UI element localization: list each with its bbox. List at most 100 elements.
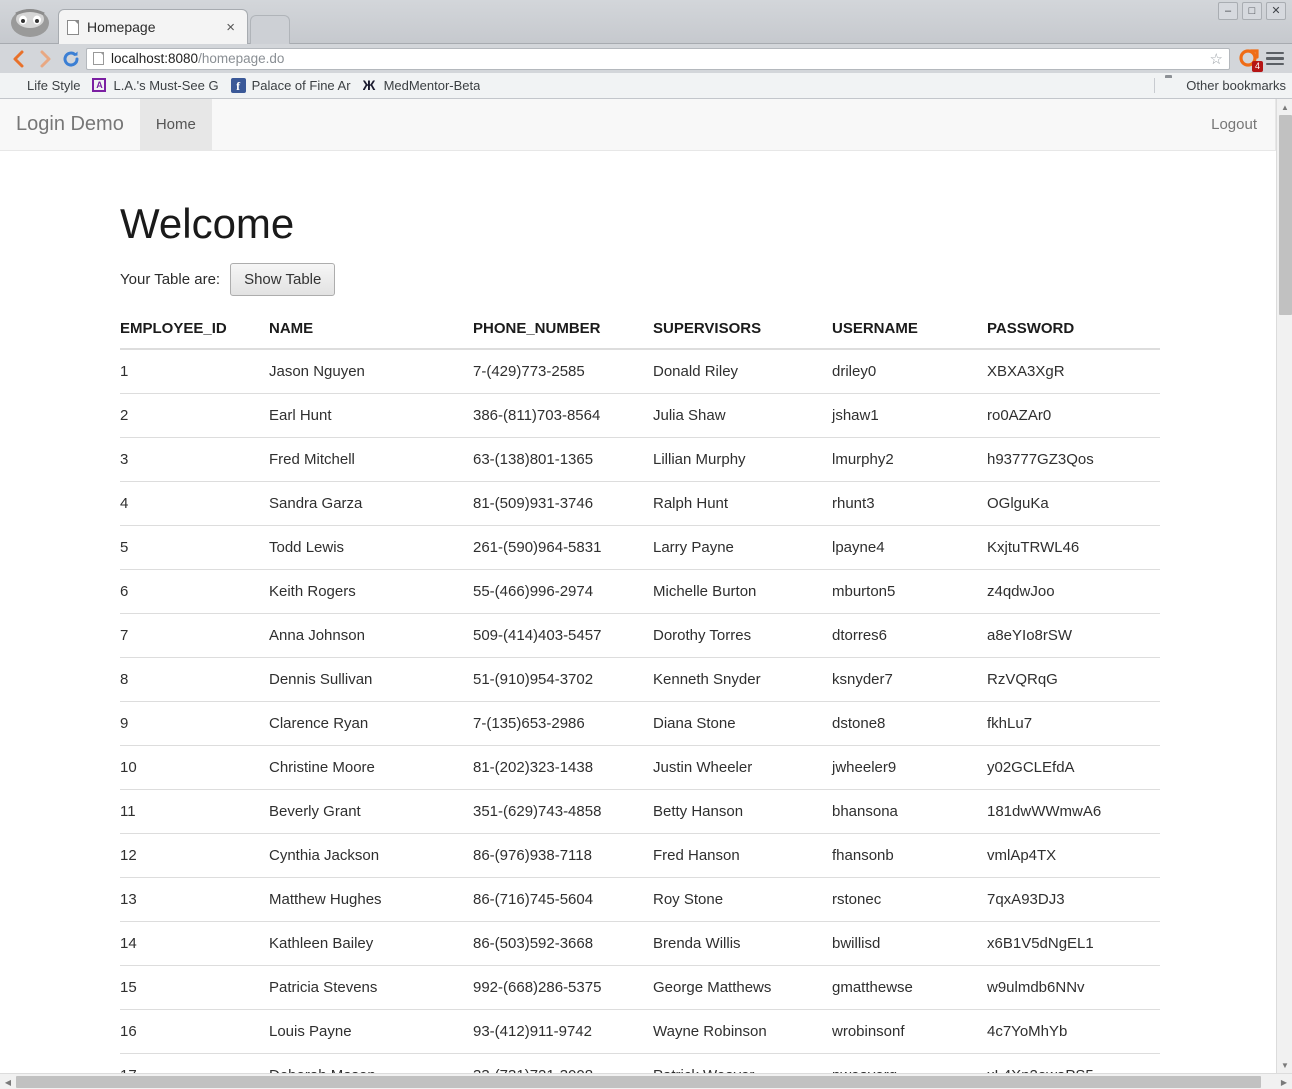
- folder-icon: [1165, 78, 1181, 93]
- table-row: 14 Kathleen Bailey 86-(503)592-3668 Brenda …: [120, 921, 1160, 966]
- page-info-icon: [93, 52, 104, 65]
- table-cell: OGlguKa: [987, 481, 1160, 526]
- bookmark-life-style[interactable]: Life Style: [6, 78, 80, 93]
- bookmark-la-must-see[interactable]: A L.A.'s Must-See G: [92, 78, 219, 93]
- table-cell: KxjtuTRWL46: [987, 525, 1160, 570]
- horizontal-scrollbar[interactable]: ◀ ▶: [0, 1073, 1292, 1089]
- employee-table: EMPLOYEE_ID NAME PHONE_NUMBER SUPERVISORS US…: [120, 310, 1160, 1089]
- table-cell: Matthew Hughes: [269, 877, 473, 922]
- extension-icon[interactable]: 4: [1237, 47, 1263, 72]
- bookmark-medmentor-beta[interactable]: Ж MedMentor-Beta: [363, 78, 481, 93]
- table-row: 9 Clarence Ryan 7-(135)653-2986 Diana Stone…: [120, 701, 1160, 746]
- table-cell: Diana Stone: [653, 701, 832, 746]
- maximize-button[interactable]: □: [1242, 2, 1262, 20]
- table-cell: Keith Rogers: [269, 569, 473, 614]
- scroll-left-arrow-icon[interactable]: ◀: [0, 1074, 16, 1089]
- scroll-down-arrow-icon[interactable]: ▼: [1277, 1057, 1292, 1073]
- new-tab-button[interactable]: [250, 15, 290, 44]
- close-window-button[interactable]: ✕: [1266, 2, 1286, 20]
- table-cell: fkhLu7: [987, 701, 1160, 746]
- table-cell: Patricia Stevens: [269, 965, 473, 1010]
- table-cell: ksnyder7: [832, 657, 987, 702]
- address-bar[interactable]: localhost:8080/homepage.do ☆: [86, 47, 1230, 70]
- scroll-right-arrow-icon[interactable]: ▶: [1276, 1074, 1292, 1089]
- table-cell: 55-(466)996-2974: [473, 569, 653, 614]
- bookmark-label: L.A.'s Must-See G: [113, 78, 219, 93]
- table-cell: Christine Moore: [269, 745, 473, 790]
- table-cell: XBXA3XgR: [987, 363, 1065, 380]
- table-header-row: EMPLOYEE_ID NAME PHONE_NUMBER SUPERVISORS US…: [120, 310, 1160, 350]
- letter-a-icon: A: [92, 78, 108, 93]
- brand-link[interactable]: Login Demo: [0, 99, 140, 150]
- bookmark-palace-of-fine-arts[interactable]: f Palace of Fine Ar: [230, 78, 351, 93]
- forward-button[interactable]: [32, 49, 58, 69]
- show-table-button[interactable]: Show Table: [230, 263, 336, 296]
- table-cell: 261-(590)964-5831: [473, 525, 653, 570]
- medmentor-icon: Ж: [362, 78, 376, 93]
- table-cell: Lillian Murphy: [653, 437, 832, 482]
- table-cell: 51-(910)954-3702: [473, 657, 653, 702]
- table-cell: Justin Wheeler: [653, 745, 832, 790]
- vertical-scrollbar-thumb[interactable]: [1279, 115, 1292, 315]
- column-header: NAME: [269, 310, 473, 350]
- back-button[interactable]: [6, 49, 32, 69]
- table-row: 16 Louis Payne 93-(412)911-9742 Wayne Robin…: [120, 1009, 1160, 1054]
- scroll-up-arrow-icon[interactable]: ▲: [1277, 99, 1292, 115]
- browser-tab[interactable]: Homepage ×: [58, 9, 248, 44]
- table-cell: wrobinsonf: [832, 1009, 987, 1054]
- browser-toolbar: localhost:8080/homepage.do ☆ 4: [0, 44, 1292, 73]
- menu-icon[interactable]: [1264, 49, 1286, 69]
- table-row: 3 Fred Mitchell 63-(138)801-1365 Lillian Mu…: [120, 437, 1160, 482]
- table-cell: Larry Payne: [653, 525, 832, 570]
- table-cell: 81-(202)323-1438: [473, 745, 653, 790]
- window-controls: – □ ✕: [1218, 2, 1286, 20]
- tab-strip: Homepage × – □ ✕: [0, 0, 1292, 44]
- table-cell: dstone8: [832, 701, 987, 746]
- page-title: Welcome: [120, 200, 295, 247]
- table-cell: 4: [120, 481, 269, 526]
- table-row: 8 Dennis Sullivan 51-(910)954-3702 Kenneth …: [120, 657, 1160, 702]
- table-cell: Fred Hanson: [653, 833, 832, 878]
- table-cell: rstonec: [832, 877, 987, 922]
- table-cell: 6: [120, 569, 269, 614]
- table-cell: Michelle Burton: [653, 569, 832, 614]
- table-head: EMPLOYEE_ID NAME PHONE_NUMBER SUPERVISORS US…: [120, 310, 1160, 350]
- table-cell: 7-(135)653-2986: [473, 701, 653, 746]
- minimize-button[interactable]: –: [1218, 2, 1238, 20]
- logout-link[interactable]: Logout: [1193, 99, 1275, 150]
- table-cell: Betty Hanson: [653, 789, 832, 834]
- nav-item-home[interactable]: Home: [139, 99, 212, 150]
- bookmark-star-icon[interactable]: ☆: [1210, 50, 1223, 68]
- close-icon[interactable]: ×: [222, 20, 239, 35]
- table-body: 1 Jason Nguyen 7-(429)773-2585 Donald Riley…: [120, 349, 1160, 1089]
- table-cell: 11: [120, 789, 269, 834]
- table-cell: Clarence Ryan: [269, 701, 473, 746]
- table-cell: Beverly Grant: [269, 789, 473, 834]
- bookmark-label: Life Style: [27, 78, 81, 93]
- table-row: 1 Jason Nguyen 7-(429)773-2585 Donald Riley…: [120, 349, 1160, 394]
- table-cell: 16: [120, 1009, 269, 1054]
- table-cell: Jason Nguyen: [269, 363, 365, 380]
- page-content: Login Demo Home Logout Welcome Your Tabl…: [0, 99, 1276, 1089]
- other-bookmarks-button[interactable]: Other bookmarks: [1154, 78, 1286, 93]
- table-cell: vmlAp4TX: [987, 833, 1160, 878]
- vertical-scrollbar[interactable]: ▲ ▼: [1276, 99, 1292, 1073]
- table-cell: 2: [120, 393, 269, 438]
- table-row: 10 Christine Moore 81-(202)323-1438 Justin …: [120, 745, 1160, 790]
- table-row: 2 Earl Hunt 386-(811)703-8564 Julia Shaw jsh…: [120, 393, 1160, 438]
- table-row: 7 Anna Johnson 509-(414)403-5457 Dorothy To…: [120, 613, 1160, 658]
- table-cell: 509-(414)403-5457: [473, 613, 653, 658]
- horizontal-scrollbar-thumb[interactable]: [16, 1076, 1261, 1088]
- table-cell: 7-(429)773-2585: [473, 363, 585, 380]
- table-cell: Roy Stone: [653, 877, 832, 922]
- table-cell: 8: [120, 657, 269, 702]
- table-cell: x6B1V5dNgEL1: [987, 921, 1160, 966]
- table-cell: y02GCLEfdA: [987, 745, 1160, 790]
- table-cell: z4qdwJoo: [987, 569, 1160, 614]
- table-cell: 181dwWWmwA6: [987, 789, 1160, 834]
- table-row: 5 Todd Lewis 261-(590)964-5831 Larry Payne l…: [120, 525, 1160, 570]
- reload-button[interactable]: [58, 49, 84, 69]
- table-cell: Donald Riley: [653, 363, 739, 380]
- table-cell: 86-(976)938-7118: [473, 833, 653, 878]
- table-cell: 81-(509)931-3746: [473, 481, 653, 526]
